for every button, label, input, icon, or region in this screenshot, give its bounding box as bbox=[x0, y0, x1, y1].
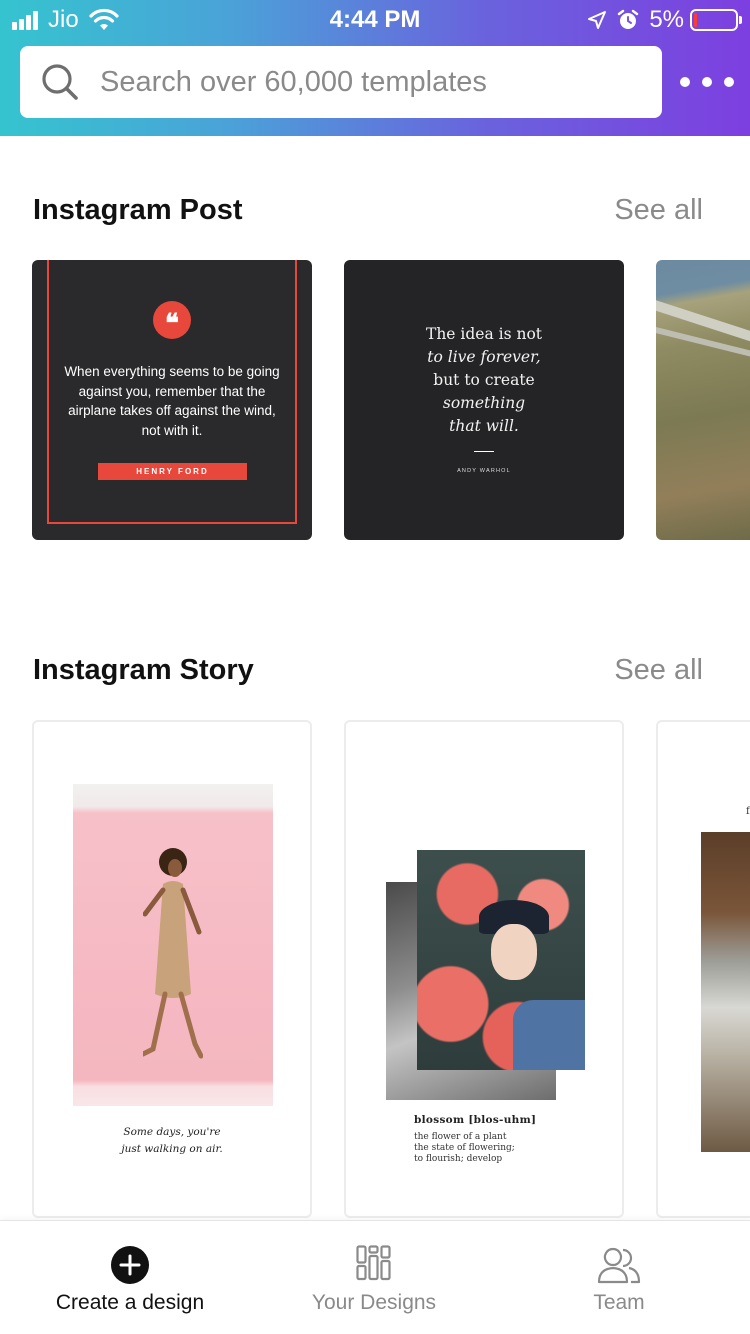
battery-icon bbox=[690, 9, 742, 31]
story-photo bbox=[701, 832, 750, 1152]
story-photo bbox=[73, 784, 273, 1106]
template-card-instagram-post-1[interactable]: ❝ When everything seems to be going agai… bbox=[32, 260, 312, 540]
location-arrow-icon bbox=[588, 11, 607, 29]
more-options-button[interactable] bbox=[680, 70, 734, 94]
status-right: 5% bbox=[587, 6, 742, 34]
template-card-instagram-post-2[interactable]: The idea is not to live forever, but to … bbox=[344, 260, 624, 540]
face-shape bbox=[491, 924, 537, 980]
quote-author: ANDY WARHOL bbox=[457, 468, 511, 474]
quote-line: but to create bbox=[433, 371, 535, 389]
search-input[interactable] bbox=[100, 52, 640, 112]
tab-label: Create a design bbox=[55, 1291, 205, 1314]
divider bbox=[474, 451, 494, 452]
caption-line: just walking on air. bbox=[121, 1143, 223, 1155]
story-title: blossom [blos-uhm] bbox=[414, 1114, 537, 1126]
caption-line: Some days, you're bbox=[123, 1126, 221, 1138]
template-card-instagram-post-3[interactable] bbox=[656, 260, 750, 540]
bottom-tab-bar: Create a design Your Designs Team bbox=[0, 1220, 750, 1334]
see-all-instagram-post-link[interactable]: See all bbox=[614, 194, 703, 227]
template-card-instagram-story-1[interactable]: Some days, you're just walking on air. bbox=[32, 720, 312, 1218]
search-bar[interactable] bbox=[20, 46, 662, 118]
template-card-instagram-story-3[interactable]: f bbox=[656, 720, 750, 1218]
quote-text: When everything seems to be going agains… bbox=[64, 364, 280, 438]
tab-your-designs[interactable]: Your Designs bbox=[284, 1221, 464, 1334]
battery-level-fill bbox=[694, 13, 697, 27]
story-photo-color bbox=[417, 850, 585, 1070]
tab-create-a-design[interactable]: Create a design bbox=[40, 1221, 220, 1334]
quote-line: something bbox=[442, 394, 526, 412]
battery-percent: 5% bbox=[649, 6, 684, 33]
quote-author: HENRY FORD bbox=[98, 463, 247, 480]
designs-grid-icon bbox=[356, 1245, 391, 1281]
search-icon bbox=[42, 64, 78, 100]
quote-line: The idea is not bbox=[425, 325, 543, 343]
template-card-instagram-story-2[interactable]: blossom [blos-uhm] the flower of a plant… bbox=[344, 720, 624, 1218]
quote-line: that will. bbox=[449, 417, 519, 435]
tab-label: Team bbox=[593, 1291, 645, 1314]
app-header: Jio 4:44 PM 5% bbox=[0, 0, 750, 136]
status-bar: Jio 4:44 PM 5% bbox=[0, 0, 750, 40]
section-title-instagram-post: Instagram Post bbox=[33, 194, 243, 226]
more-horizontal-icon bbox=[680, 77, 690, 87]
tab-team[interactable]: Team bbox=[529, 1221, 709, 1334]
jacket-shape bbox=[513, 1000, 585, 1070]
tab-label: Your Designs bbox=[311, 1291, 437, 1314]
definition-line: to flourish; develop bbox=[414, 1154, 503, 1164]
definition-line: the state of flowering; bbox=[414, 1143, 515, 1153]
person-illustration bbox=[143, 848, 203, 1059]
see-all-instagram-story-link[interactable]: See all bbox=[614, 654, 703, 687]
plus-circle-icon bbox=[111, 1246, 149, 1284]
story-caption: Some days, you're just walking on air. bbox=[34, 1124, 310, 1158]
definition-line: the flower of a plant bbox=[414, 1132, 507, 1142]
quote-icon: ❝ bbox=[153, 301, 191, 339]
story-text-fragment: f bbox=[746, 806, 750, 817]
quote-line: to live forever, bbox=[427, 348, 541, 366]
team-icon bbox=[597, 1247, 641, 1284]
section-title-instagram-story: Instagram Story bbox=[33, 654, 254, 686]
story-definition: the flower of a plant the state of flowe… bbox=[414, 1132, 515, 1165]
alarm-icon bbox=[618, 9, 639, 29]
